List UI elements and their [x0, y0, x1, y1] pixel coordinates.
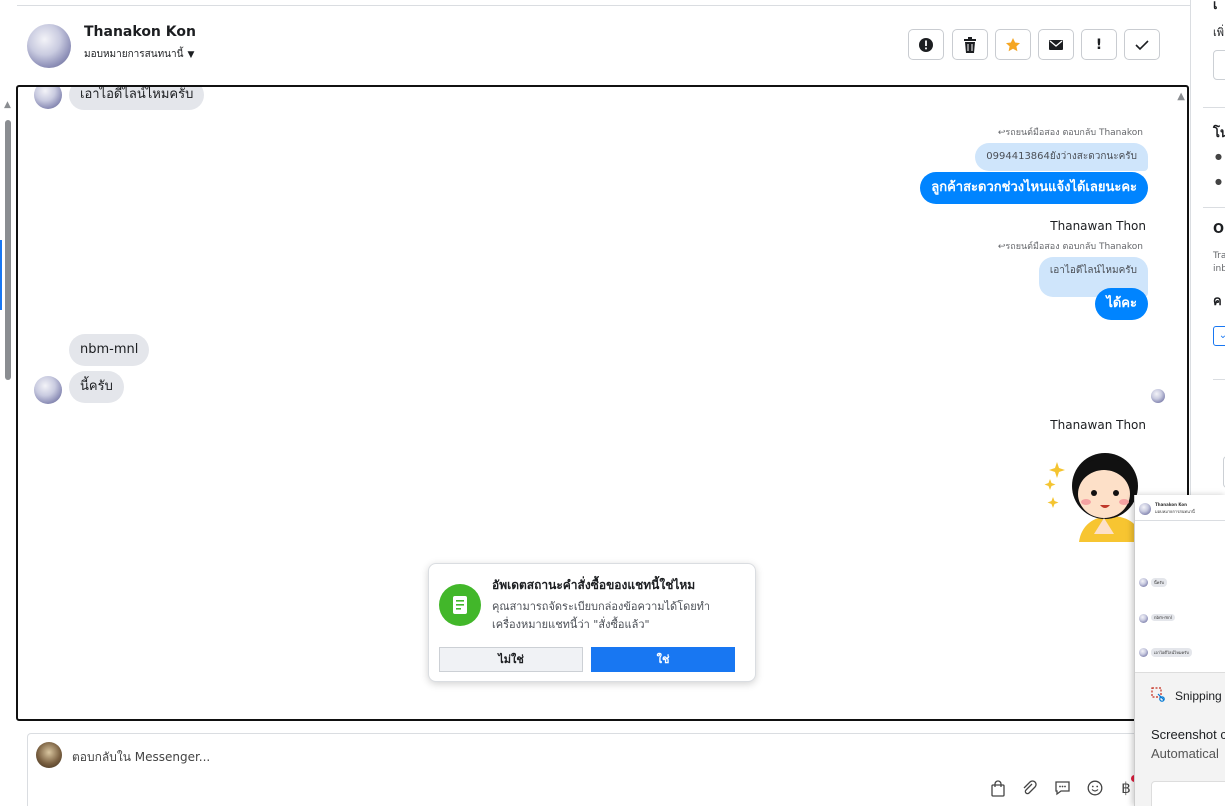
active-indicator	[0, 240, 2, 310]
snipping-tool-overlay: Thanakon Kon มอบหมายการสนทนานี้ นี้ครับ …	[1134, 495, 1225, 806]
outer-scrollbar[interactable]: ▲	[3, 100, 14, 800]
emoji-icon[interactable]	[1085, 778, 1105, 798]
report-spam-button[interactable]	[908, 29, 944, 60]
chat-scroll-up-icon[interactable]: ▲	[1177, 91, 1185, 102]
panel-add-label: เพิ่	[1213, 26, 1225, 39]
panel-text: inb	[1213, 264, 1225, 274]
customer-avatar	[34, 87, 62, 109]
contact-name[interactable]: Thanakon Kon	[84, 24, 196, 40]
caret-down-icon: ▼	[187, 50, 195, 60]
location-pin-icon: ●	[1215, 177, 1222, 186]
reply-meta: ↩รถยนต์มือสอง ตอบกลับ Thanakon	[997, 242, 1143, 252]
overlay-row: nbm-mnl	[1151, 614, 1175, 621]
order-status-dialog: อัพเดตสถานะคำสั่งซื้อของแชทนี้ใช่ไหม คุณ…	[428, 563, 756, 682]
no-button[interactable]: ไม่ใช่	[439, 647, 583, 672]
mark-spam-button[interactable]: !	[1081, 29, 1117, 60]
notification-subtitle: Automatical	[1151, 746, 1219, 761]
overlay-avatar	[1139, 614, 1148, 623]
assign-dropdown[interactable]: มอบหมายการสนทนานี้ ▼	[84, 47, 194, 62]
overlay-name: Thanakon Kon	[1155, 502, 1187, 507]
check-icon	[1135, 39, 1149, 50]
exclamation-icon: !	[1095, 36, 1103, 53]
alert-icon	[919, 37, 933, 52]
reply-meta-text: รถยนต์มือสอง ตอบกลับ Thanakon	[1005, 128, 1143, 138]
notification-title: Screenshot c	[1151, 727, 1225, 742]
quoted-message: 0994413864ยังว่างสะดวกนะครับ	[975, 143, 1148, 171]
reply-input[interactable]: ตอบกลับใน Messenger...	[72, 748, 210, 767]
reply-meta: ↩รถยนต์มือสอง ตอบกลับ Thanakon	[997, 128, 1143, 138]
panel-divider	[1203, 207, 1225, 208]
overlay-avatar	[1139, 503, 1151, 515]
page-avatar	[36, 742, 62, 768]
message-bubble: nbm-mnl	[69, 334, 150, 366]
overlay-row: นี้ครับ	[1151, 578, 1168, 587]
message-bubble: ได้คะ	[1095, 288, 1148, 320]
dialog-description: คุณสามารถจัดระเบียบกล่องข้อความได้โดยทำเ…	[492, 600, 711, 631]
panel-divider	[1203, 107, 1225, 108]
customer-avatar	[34, 376, 62, 404]
delete-button[interactable]	[952, 29, 988, 60]
scissors-icon	[1151, 687, 1165, 702]
overlay-avatar	[1139, 648, 1148, 657]
message-bubble: ลูกค้าสะดวกช่วงไหนแจ้งได้เลยนะคะ	[920, 172, 1148, 204]
overlay-row: เอาไอดีไลน์ไหมครับ	[1151, 648, 1192, 657]
saved-reply-icon[interactable]	[1052, 778, 1072, 798]
panel-text: Tra	[1213, 251, 1225, 261]
attachment-icon[interactable]	[1019, 778, 1039, 798]
yes-button[interactable]: ใช่	[591, 647, 735, 672]
overlay-divider	[1135, 520, 1225, 521]
reply-meta-text: รถยนต์มือสอง ตอบกลับ Thanakon	[1005, 242, 1143, 252]
panel-divider	[1213, 379, 1225, 380]
shopping-bag-icon[interactable]	[988, 778, 1008, 798]
scroll-up-arrow-icon[interactable]: ▲	[4, 100, 11, 110]
order-receipt-icon	[439, 584, 481, 626]
sender-name: Thanawan Thon	[1050, 418, 1146, 432]
panel-input[interactable]	[1213, 50, 1225, 80]
contact-avatar[interactable]	[27, 24, 71, 68]
panel-section-heading: โน	[1213, 126, 1225, 141]
mark-done-button[interactable]	[1124, 29, 1160, 60]
panel-section-heading: O	[1213, 222, 1225, 237]
snipping-app-label: Snipping	[1175, 689, 1222, 703]
panel-label: ค	[1213, 294, 1222, 309]
sender-name: Thanawan Thon	[1050, 219, 1146, 233]
phone-icon: ●	[1215, 152, 1222, 161]
dialog-title: อัพเดตสถานะคำสั่งซื้อของแชทนี้ใช่ไหม	[492, 578, 696, 592]
panel-dropdown[interactable]: ⌄	[1213, 326, 1225, 346]
snipping-notification[interactable]: Snipping Screenshot c Automatical	[1135, 672, 1225, 806]
scrollbar-thumb[interactable]	[5, 120, 11, 380]
overlay-avatar	[1139, 578, 1148, 587]
top-divider	[17, 5, 1190, 6]
reply-composer[interactable]: ตอบกลับใน Messenger... ฿	[27, 733, 1147, 806]
trash-icon	[964, 36, 976, 53]
panel-heading: เ	[1213, 0, 1218, 13]
notification-thumbnail[interactable]	[1151, 781, 1225, 806]
mail-icon	[1049, 39, 1063, 50]
assign-label: มอบหมายการสนทนานี้	[84, 49, 184, 60]
follow-up-button[interactable]	[995, 29, 1031, 60]
star-icon	[1006, 37, 1020, 51]
mark-unread-button[interactable]	[1038, 29, 1074, 60]
message-bubble: เอาไอดีไลน์ไหมครับ	[69, 87, 205, 110]
seen-avatar	[1151, 389, 1165, 403]
message-bubble: นี้ครับ	[69, 371, 124, 403]
overlay-sub: มอบหมายการสนทนานี้	[1155, 509, 1195, 514]
